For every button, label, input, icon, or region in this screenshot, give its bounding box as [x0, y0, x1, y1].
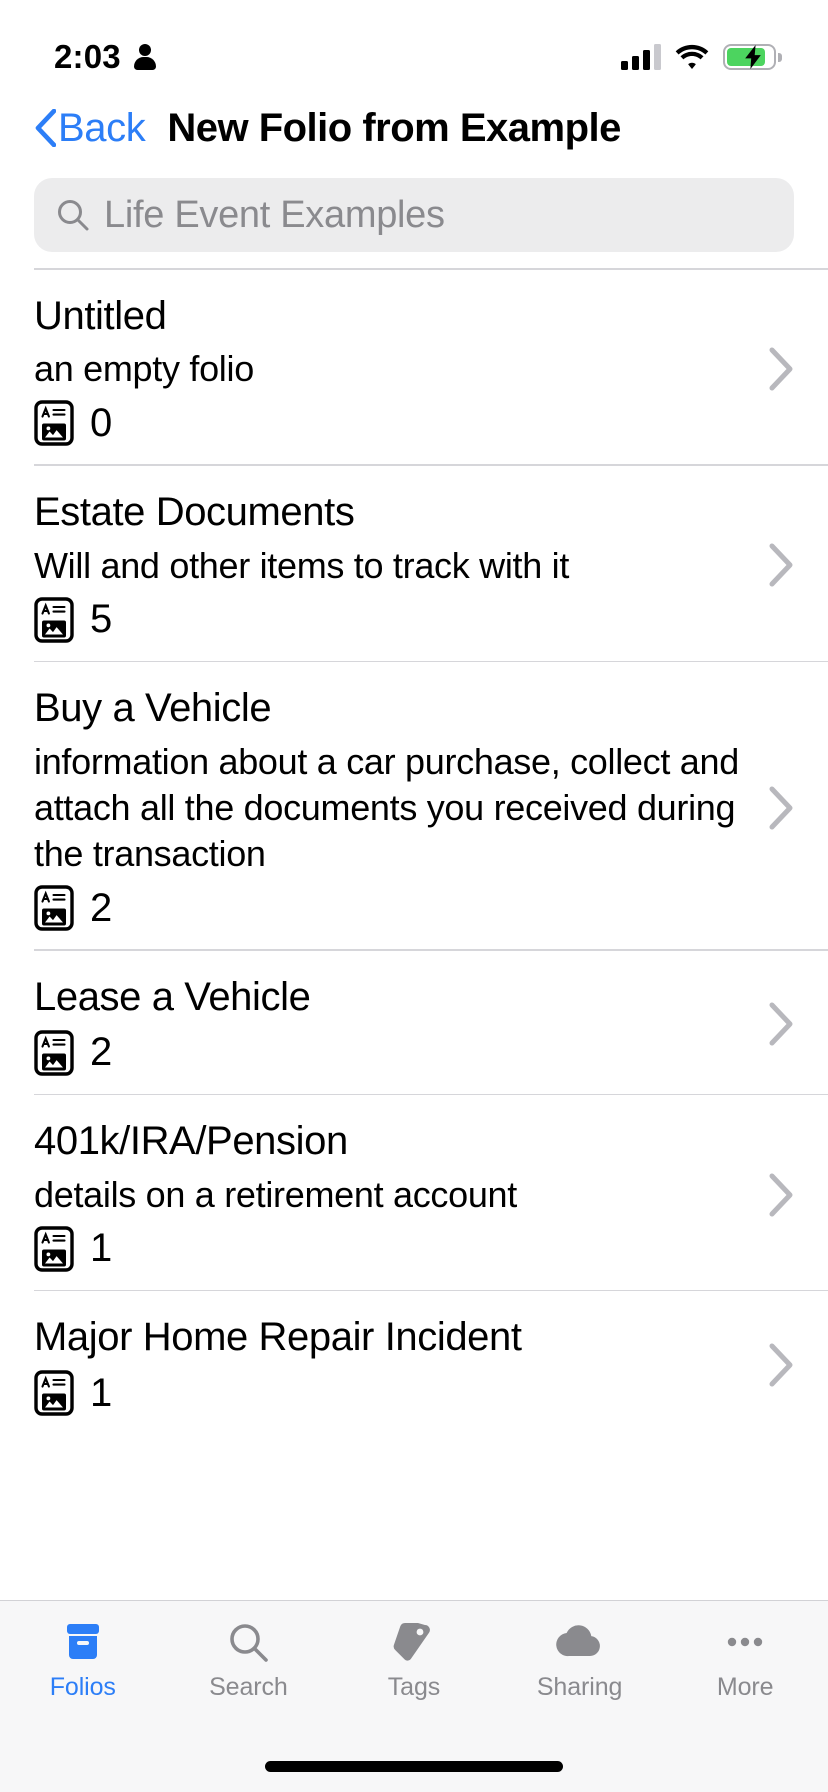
search-container [0, 164, 828, 268]
chevron-right-icon [769, 543, 793, 587]
tab-sharing-label: Sharing [536, 1673, 623, 1701]
list-item-content: Untitled an empty folio 0 [34, 292, 746, 447]
chevron-right-icon [769, 786, 793, 830]
tab-search[interactable]: Search [166, 1617, 332, 1702]
back-button-label: Back [58, 105, 146, 150]
list-item-count: 2 [34, 1029, 746, 1076]
status-bar-right [621, 44, 782, 70]
ellipsis-icon [721, 1617, 769, 1667]
person-icon [133, 44, 157, 70]
list-item-count: 5 [34, 597, 746, 643]
list-item-count: 2 [34, 885, 746, 931]
app-screen: 2:03 Back New Folio from Example Life Ev… [0, 0, 828, 1792]
list-item-count: 1 [34, 1226, 746, 1272]
list-item-content: Buy a Vehicle information about a car pu… [34, 684, 746, 931]
list-item-subtitle: Will and other items to track with it [34, 544, 570, 586]
tab-more[interactable]: More [662, 1617, 828, 1702]
list-item[interactable]: Major Home Repair Incident 1 [0, 1291, 828, 1434]
list-item-count-value: 0 [90, 400, 112, 445]
list-item-content: Estate Documents Will and other items to… [34, 488, 746, 643]
tab-more-label: More [716, 1673, 774, 1701]
folios-archivebox-icon [59, 1617, 107, 1667]
status-bar: 2:03 [0, 0, 828, 92]
status-bar-left: 2:03 [54, 38, 157, 76]
list-item-title: Untitled [34, 293, 167, 338]
list-item-count-value: 2 [90, 1030, 112, 1075]
search-input[interactable] [104, 193, 772, 237]
tag-icon [390, 1617, 438, 1667]
list-item-subtitle: information about a car purchase, collec… [34, 741, 739, 875]
card-richtext-icon [34, 400, 74, 447]
chevron-left-icon [35, 109, 56, 147]
list-item-title: 401k/IRA/Pension [34, 1119, 348, 1164]
chevron-right-icon [769, 347, 793, 391]
tab-search-label: Search [209, 1673, 288, 1701]
battery-charging-icon [723, 44, 782, 70]
navigation-bar: Back New Folio from Example [0, 92, 828, 164]
status-time: 2:03 [54, 38, 121, 75]
back-button[interactable]: Back [34, 105, 146, 151]
tab-tags-label: Tags [387, 1673, 441, 1701]
list-item-count-value: 2 [90, 885, 112, 930]
search-bar[interactable] [34, 178, 794, 252]
page-title: New Folio from Example [167, 105, 621, 150]
list-item[interactable]: Untitled an empty folio 0 [0, 270, 828, 465]
tab-bar: Folios Search Tags Sharing More [0, 1600, 828, 1740]
list-item-count: 1 [34, 1370, 746, 1416]
list-item-count-value: 1 [90, 1370, 112, 1415]
card-richtext-icon [34, 885, 74, 931]
list-item[interactable]: 401k/IRA/Pension details on a retirement… [0, 1095, 828, 1290]
home-indicator[interactable] [265, 1760, 563, 1772]
list-item-title: Estate Documents [34, 489, 355, 534]
list-item-subtitle: details on a retirement account [34, 1173, 517, 1215]
card-richtext-icon [34, 597, 74, 643]
card-richtext-icon [34, 1029, 74, 1076]
tab-sharing[interactable]: Sharing [497, 1617, 663, 1702]
list-item-title: Major Home Repair Incident [34, 1315, 522, 1360]
list-item-count: 0 [34, 400, 746, 447]
list-item-subtitle: an empty folio [34, 348, 254, 390]
list-item-count-value: 1 [90, 1226, 112, 1271]
tab-folios-label: Folios [49, 1673, 116, 1701]
list-item[interactable]: Lease a Vehicle 2 [0, 951, 828, 1094]
list-item-content: Lease a Vehicle 2 [34, 973, 746, 1076]
chevron-right-icon [769, 1343, 793, 1387]
list-item-count-value: 5 [90, 597, 112, 642]
chevron-right-icon [769, 1002, 793, 1046]
list-item-title: Lease a Vehicle [34, 974, 311, 1019]
list-item-title: Buy a Vehicle [34, 686, 272, 731]
cloud-icon [555, 1617, 604, 1667]
card-richtext-icon [34, 1226, 74, 1272]
search-icon [224, 1617, 272, 1667]
list-item-content: Major Home Repair Incident 1 [34, 1313, 746, 1416]
card-richtext-icon [34, 1370, 74, 1416]
chevron-right-icon [769, 1173, 793, 1217]
folio-template-list[interactable]: Untitled an empty folio 0 Estate Documen… [0, 268, 828, 1600]
list-item[interactable]: Estate Documents Will and other items to… [0, 466, 828, 661]
list-item-content: 401k/IRA/Pension details on a retirement… [34, 1117, 746, 1272]
home-indicator-area [0, 1740, 828, 1792]
wifi-icon [675, 44, 709, 69]
cellular-bars-icon [621, 44, 661, 70]
tab-tags[interactable]: Tags [331, 1617, 497, 1702]
tab-folios[interactable]: Folios [0, 1617, 166, 1702]
list-item[interactable]: Buy a Vehicle information about a car pu… [0, 662, 828, 949]
search-icon [58, 200, 89, 231]
